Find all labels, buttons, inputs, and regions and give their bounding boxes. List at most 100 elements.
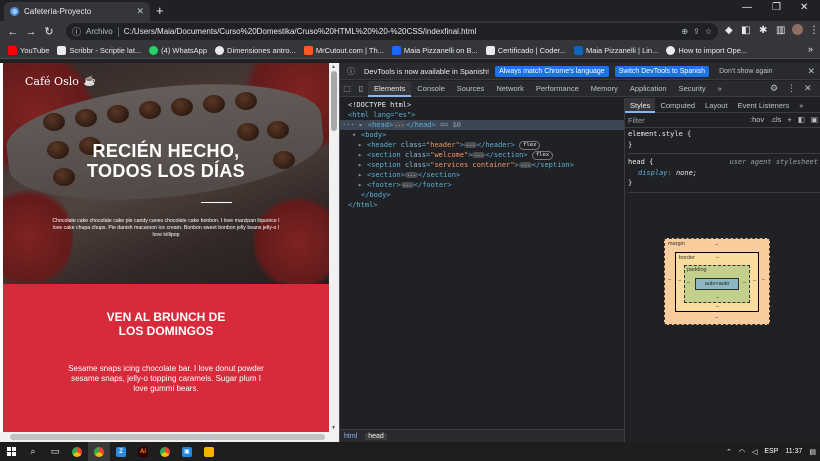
bookmark-whatsapp[interactable]: (4) WhatsApp	[145, 45, 211, 55]
devtools-menu-icon[interactable]: ⋮	[787, 83, 796, 94]
hover-state-toggle[interactable]: :hov	[750, 115, 764, 124]
windows-start-icon[interactable]	[0, 442, 22, 461]
zoom-icon[interactable]: ⊕	[681, 27, 688, 36]
menu-kebab-icon[interactable]: ⋮	[809, 25, 819, 36]
address-url[interactable]: C:/Users/Maia/Documents/Curso%20Domestik…	[124, 27, 677, 36]
match-language-button[interactable]: Always match Chrome's language	[495, 65, 609, 77]
expand-arrow-icon[interactable]: ▸	[358, 170, 367, 180]
close-notice-icon[interactable]: ✕	[807, 66, 815, 77]
volume-icon[interactable]: ◁	[752, 448, 757, 456]
bookmark-mrcutout[interactable]: MrCutout.com | Th...	[300, 45, 388, 55]
back-icon[interactable]: ←	[4, 26, 22, 38]
inspect-element-icon[interactable]: ⬚	[340, 84, 354, 93]
tab-computed[interactable]: Computed	[655, 98, 700, 113]
dom-node-footer[interactable]: ▸ <footer>... </footer>	[340, 180, 624, 190]
class-toggle[interactable]: .cls	[770, 115, 781, 124]
extension-icon[interactable]: ◧	[741, 25, 750, 36]
forward-icon[interactable]: →	[22, 26, 40, 38]
expand-arrow-icon[interactable]: ▸	[358, 180, 367, 190]
bookmark-scribbr[interactable]: Scribbr - Scriptie lat...	[53, 45, 145, 55]
profile-avatar[interactable]	[792, 24, 803, 35]
new-rule-icon[interactable]: +	[787, 115, 791, 124]
tab-memory[interactable]: Memory	[585, 81, 624, 97]
dom-node-body[interactable]: ▾ <body>	[340, 130, 624, 140]
minimize-icon[interactable]: —	[742, 2, 752, 13]
info-icon[interactable]: ⓘ	[72, 25, 81, 38]
dom-node-header[interactable]: ▸ <header class="header">... </header> fle…	[340, 140, 624, 150]
breadcrumb-head[interactable]: head	[365, 432, 387, 440]
chrome-icon[interactable]	[66, 442, 88, 461]
expand-arrow-icon[interactable]: ▸	[359, 120, 368, 130]
dom-node-head[interactable]: ··· ▸ <head>... </head> == $0	[340, 120, 624, 131]
clock[interactable]: 11:37	[785, 448, 802, 455]
tab-sources[interactable]: Sources	[451, 81, 491, 97]
more-tabs-icon[interactable]: »	[794, 98, 808, 113]
tab-performance[interactable]: Performance	[530, 81, 585, 97]
keyboard-language[interactable]: ESP	[764, 448, 778, 455]
tab-security[interactable]: Security	[673, 81, 712, 97]
styles-filter[interactable]: Filter :hov .cls + ◧ ▣	[625, 113, 820, 128]
extensions-puzzle-icon[interactable]: ✱	[759, 25, 767, 36]
dom-node-html[interactable]: <html lang="es">	[340, 110, 624, 120]
toggle-sidebar-icon[interactable]: ▣	[811, 115, 818, 124]
reload-icon[interactable]: ↻	[40, 25, 58, 38]
search-icon[interactable]: ⌕	[22, 442, 44, 461]
bookmarks-overflow-icon[interactable]: »	[808, 44, 813, 54]
expand-arrow-icon[interactable]: ▸	[358, 140, 367, 150]
bookmark-youtube[interactable]: YouTube	[4, 45, 53, 55]
maximize-icon[interactable]: ❐	[772, 2, 781, 13]
photos-icon[interactable]: ▣	[176, 442, 198, 461]
dom-node-seption-services[interactable]: ▸ <seption class="services container">...…	[340, 160, 624, 170]
tab-network[interactable]: Network	[490, 81, 530, 97]
flex-badge[interactable]: flex	[531, 150, 554, 160]
bookmark-linkedin[interactable]: Maia Pizzanelli | Lin...	[570, 45, 662, 55]
chrome-active-icon[interactable]	[88, 442, 110, 461]
computed-sidebar-icon[interactable]: ◧	[798, 115, 805, 124]
expand-arrow-icon[interactable]: ▸	[358, 160, 367, 170]
file-explorer-icon[interactable]	[198, 442, 220, 461]
close-tab-icon[interactable]: ✕	[136, 6, 144, 17]
new-tab-button[interactable]: +	[156, 3, 164, 18]
bookmark-coder[interactable]: Certificado | Coder...	[482, 45, 570, 55]
bookmark-behance[interactable]: Maia Pizzanelli on B...	[388, 45, 482, 55]
dont-show-again-button[interactable]: Don't show again	[715, 66, 776, 77]
dom-node-html-close[interactable]: </html>	[340, 200, 624, 210]
dom-node-body-close[interactable]: </body>	[340, 190, 624, 200]
page-horizontal-scrollbar[interactable]	[0, 432, 339, 442]
tab-event-listeners[interactable]: Event Listeners	[733, 98, 795, 113]
bookmark-how-to-import[interactable]: How to import Ope...	[662, 45, 751, 55]
tab-elements[interactable]: Elements	[368, 80, 412, 97]
rule-element-style[interactable]: element.style {	[628, 129, 820, 140]
dom-node-section-welcome[interactable]: ▸ <section class="welcome">... </section> …	[340, 150, 624, 160]
illustrator-icon[interactable]: Ai	[132, 442, 154, 461]
bookmark-star-icon[interactable]: ☆	[705, 27, 712, 36]
close-devtools-icon[interactable]: ✕	[804, 83, 812, 94]
notifications-icon[interactable]: ▤	[809, 448, 816, 456]
filter-input[interactable]: Filter	[628, 116, 645, 125]
bookmark-dimensiones[interactable]: Dimensiones antro...	[211, 45, 300, 55]
browser-tab[interactable]: ◍ Cafetería-Proyecto ✕	[4, 2, 150, 21]
scrollbar-thumb[interactable]	[10, 434, 325, 440]
page-vertical-scrollbar[interactable]: ▲ ▼	[329, 63, 339, 432]
sidepanel-icon[interactable]: ▥	[776, 25, 785, 36]
rule-head[interactable]: head {user agent stylesheet	[628, 157, 820, 168]
flex-badge[interactable]: flex	[519, 140, 541, 150]
share-icon[interactable]: ⇪	[693, 27, 700, 36]
scrollbar-thumb[interactable]	[331, 71, 337, 131]
tab-console[interactable]: Console	[411, 81, 451, 97]
task-view-icon[interactable]: ▭	[44, 442, 66, 461]
close-window-icon[interactable]: ✕	[800, 2, 808, 13]
breadcrumb-html[interactable]: html	[344, 433, 357, 440]
network-icon[interactable]: ◠	[739, 448, 745, 456]
dom-node-doctype[interactable]: <!DOCTYPE html>	[340, 100, 624, 110]
settings-gear-icon[interactable]: ⚙	[770, 83, 778, 94]
site-logo[interactable]: Café Oslo ☕	[25, 75, 96, 88]
tray-overflow-icon[interactable]: ⌃	[726, 448, 732, 456]
tab-layout[interactable]: Layout	[700, 98, 733, 113]
expand-arrow-icon[interactable]: ▸	[358, 150, 367, 160]
chrome-icon[interactable]	[154, 442, 176, 461]
dom-node-section[interactable]: ▸ <section>... </section>	[340, 170, 624, 180]
tab-styles[interactable]: Styles	[625, 97, 656, 113]
tab-application[interactable]: Application	[624, 81, 673, 97]
collapse-arrow-icon[interactable]: ▾	[352, 130, 361, 140]
